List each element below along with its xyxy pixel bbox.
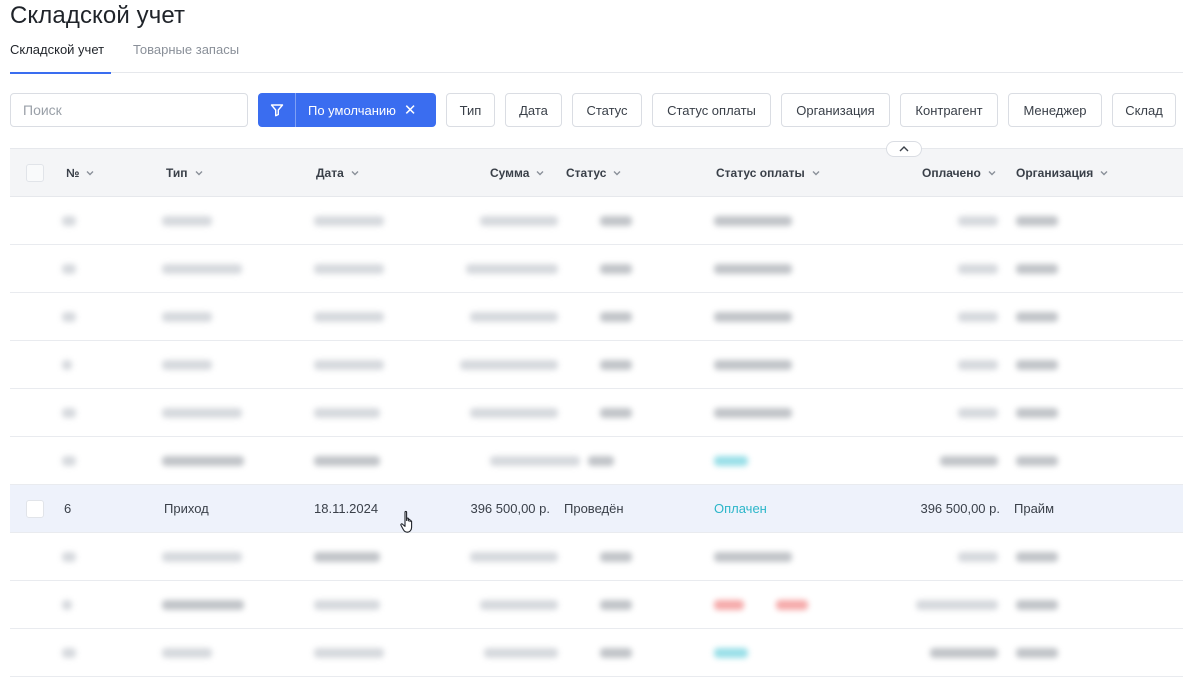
chevron-down-icon <box>195 171 202 176</box>
col-status[interactable]: Статус <box>566 166 622 180</box>
documents-table: № Тип Дата Сумма Статус Статус оплаты Оп… <box>10 141 1183 682</box>
filter-manager-button[interactable]: Менеджер <box>1008 93 1102 127</box>
filter-pay-status-button[interactable]: Статус оплаты <box>652 93 771 127</box>
col-number[interactable]: № <box>66 166 95 180</box>
col-org[interactable]: Организация <box>1016 166 1109 180</box>
chevron-up-icon <box>899 146 909 152</box>
page-title: Складской учет <box>10 2 186 29</box>
table-row-highlighted[interactable]: 6 Приход 18.11.2024 396 500,00 р. Провед… <box>10 485 1183 533</box>
cell-type: Приход <box>164 501 209 516</box>
table-row[interactable] <box>10 581 1183 629</box>
chevron-down-icon <box>536 171 544 176</box>
preset-filter-button[interactable]: По умолчанию ✕ <box>258 93 436 127</box>
table-row[interactable] <box>10 629 1183 677</box>
filter-warehouse-button[interactable]: Склад <box>1112 93 1176 127</box>
row-checkbox[interactable] <box>26 500 44 518</box>
cell-pay-status: Оплачен <box>714 501 767 516</box>
table-row[interactable] <box>10 245 1183 293</box>
chevron-down-icon <box>86 171 94 176</box>
chevron-down-icon <box>988 171 996 176</box>
filter-toolbar: По умолчанию ✕ Тип Дата Статус Статус оп… <box>10 93 1183 127</box>
select-all-checkbox[interactable] <box>26 164 44 182</box>
col-paid[interactable]: Оплачено <box>922 166 997 180</box>
table-row[interactable] <box>10 197 1183 245</box>
chevron-down-icon <box>812 171 820 176</box>
cell-paid: 396 500,00 р. <box>920 501 1000 516</box>
col-date[interactable]: Дата <box>316 166 360 180</box>
filter-contractor-button[interactable]: Контрагент <box>900 93 998 127</box>
cell-number: 6 <box>64 501 72 516</box>
tab-stock[interactable]: Товарные запасы <box>133 42 239 73</box>
filter-org-button[interactable]: Организация <box>781 93 890 127</box>
chevron-down-icon <box>1100 171 1108 176</box>
col-type[interactable]: Тип <box>166 166 204 180</box>
col-pay-status[interactable]: Статус оплаты <box>716 166 821 180</box>
filter-status-button[interactable]: Статус <box>572 93 642 127</box>
table-row[interactable] <box>10 389 1183 437</box>
chevron-down-icon <box>613 171 621 176</box>
table-row[interactable] <box>10 293 1183 341</box>
cell-org: Прайм <box>1014 501 1055 516</box>
cell-date: 18.11.2024 <box>314 501 379 516</box>
filter-type-button[interactable]: Тип <box>446 93 495 127</box>
table-row[interactable] <box>10 437 1183 485</box>
cell-status: Проведён <box>564 501 624 516</box>
hand-cursor-icon <box>400 510 413 533</box>
collapse-filters-button[interactable] <box>886 141 922 157</box>
tabs-bar: Складской учет Товарные запасы <box>10 40 1183 74</box>
table-row[interactable] <box>10 533 1183 581</box>
filter-date-button[interactable]: Дата <box>505 93 562 127</box>
tab-warehouse[interactable]: Складской учет <box>10 42 111 74</box>
clear-preset-icon[interactable]: ✕ <box>404 103 417 118</box>
search-input[interactable] <box>10 93 248 127</box>
col-sum[interactable]: Сумма <box>490 166 545 180</box>
filter-icon <box>258 93 296 127</box>
cell-sum: 396 500,00 р. <box>470 501 550 516</box>
table-header: № Тип Дата Сумма Статус Статус оплаты Оп… <box>10 141 1183 197</box>
table-row[interactable] <box>10 341 1183 389</box>
chevron-down-icon <box>351 171 359 176</box>
preset-label: По умолчанию <box>308 102 396 118</box>
